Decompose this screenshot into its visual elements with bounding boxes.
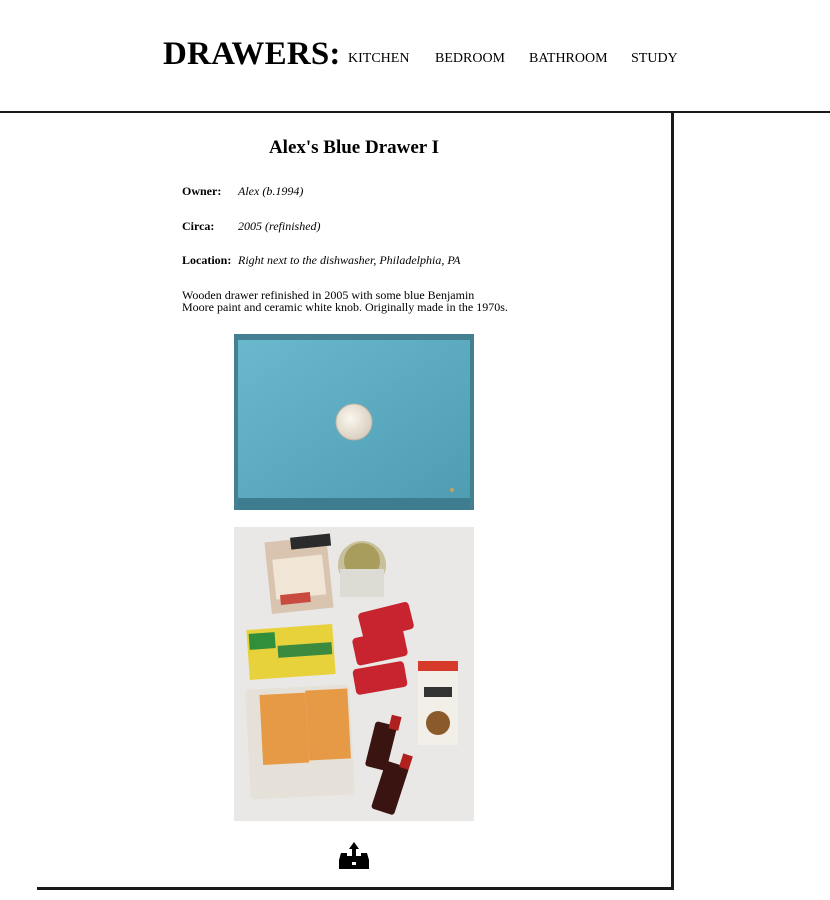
location-value: Right next to the dishwasher, Philadelph… xyxy=(238,253,461,267)
content-right-border xyxy=(671,111,674,890)
site-header: DRAWERS: KITCHEN BEDROOM BATHROOM STUDY xyxy=(0,0,830,112)
drawer-description: Wooden drawer refinished in 2005 with so… xyxy=(182,289,532,314)
header-divider xyxy=(0,111,830,113)
owner-value: Alex (b.1994) xyxy=(238,184,304,198)
drawer-contents-illustration xyxy=(234,527,474,821)
content-bottom-border xyxy=(37,887,674,890)
page-title: Alex's Blue Drawer I xyxy=(268,137,440,158)
location-label: Location: xyxy=(182,253,232,267)
circa-label: Circa: xyxy=(182,219,215,233)
description-line: Moore paint and ceramic white knob. Orig… xyxy=(182,299,508,314)
circa-value: 2005 (refinished) xyxy=(238,219,321,233)
nav-link-bedroom[interactable]: BEDROOM xyxy=(435,51,505,67)
drawer-front-photo xyxy=(234,334,474,510)
nav-link-study[interactable]: STUDY xyxy=(631,51,678,67)
nav-link-bathroom[interactable]: BATHROOM xyxy=(529,51,608,67)
nav-link-kitchen[interactable]: KITCHEN xyxy=(348,51,409,67)
owner-label: Owner: xyxy=(182,184,222,198)
drawer-contents-photo xyxy=(234,527,474,821)
site-logo[interactable]: DRAWERS: xyxy=(163,36,341,73)
drawer-front-illustration xyxy=(234,334,474,510)
open-drawer-icon[interactable] xyxy=(338,840,370,872)
